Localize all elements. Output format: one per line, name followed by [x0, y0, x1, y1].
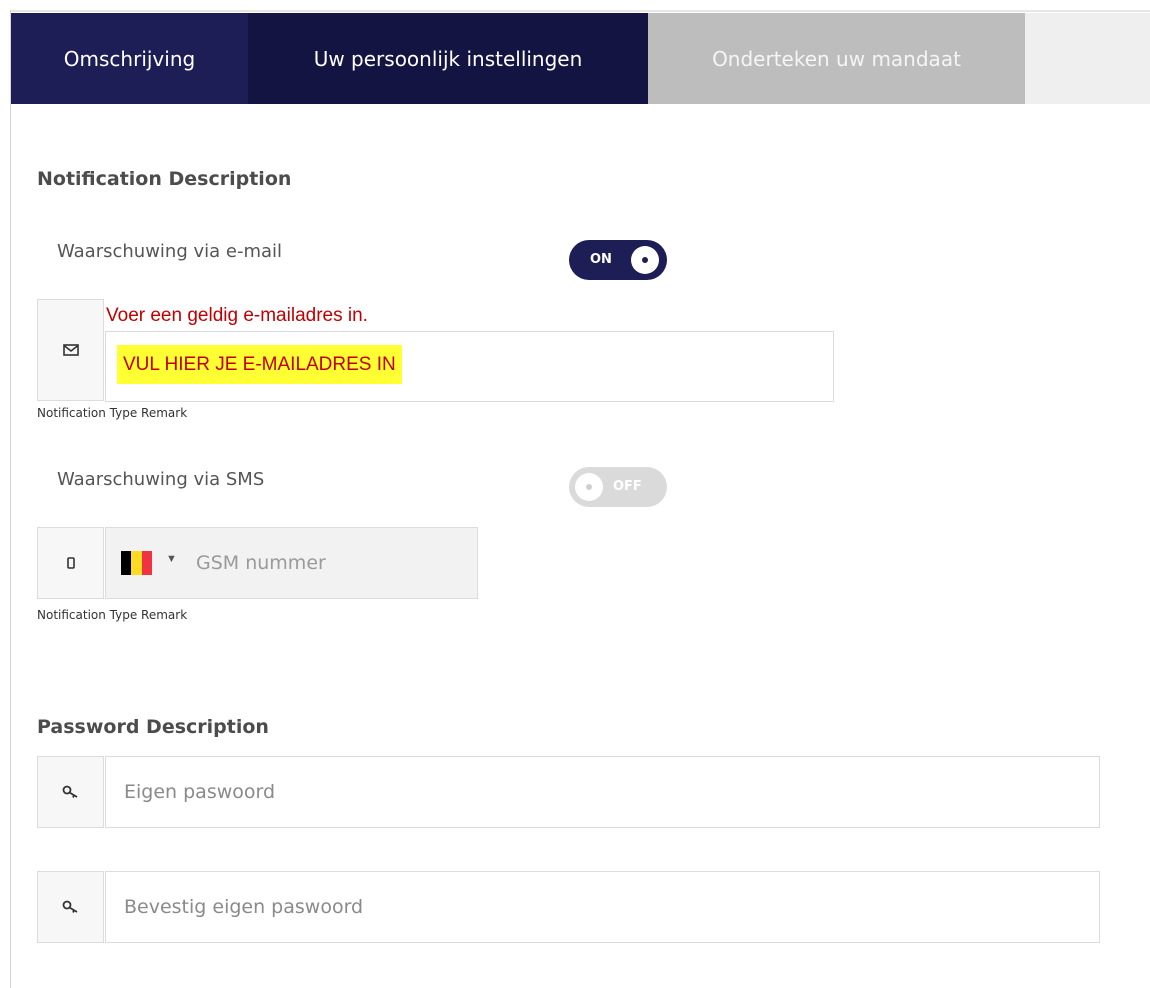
toggle-knob: [575, 473, 603, 501]
email-notification-label: Waarschuwing via e-mail: [57, 241, 283, 262]
email-remark: Notification Type Remark: [37, 406, 188, 420]
password-section-title: Password Description: [37, 716, 269, 738]
toggle-knob: [631, 246, 659, 274]
email-notification-toggle[interactable]: ON: [569, 240, 667, 280]
sms-notification-label: Waarschuwing via SMS: [57, 469, 265, 490]
envelope-icon: [62, 344, 79, 356]
key-icon: [62, 900, 77, 913]
mobile-phone-icon: [66, 557, 75, 569]
confirm-password-addon: [37, 871, 104, 943]
email-error-message: Voer een geldig e-mailadres in.: [106, 305, 368, 326]
tab-onderteken-mandaat[interactable]: Onderteken uw mandaat: [648, 13, 1025, 104]
password-addon: [37, 756, 104, 828]
confirm-password-input[interactable]: [106, 872, 1099, 942]
sms-notification-toggle[interactable]: OFF: [569, 467, 667, 507]
email-input-value[interactable]: VUL HIER JE E-MAILADRES IN: [117, 345, 402, 384]
phone-field: ▼: [105, 527, 478, 599]
tab-persoonlijk-instellingen[interactable]: Uw persoonlijk instellingen: [248, 13, 648, 104]
email-addon: [37, 299, 104, 401]
notification-section-title: Notification Description: [37, 168, 292, 190]
wizard-tabs: Omschrijving Uw persoonlijk instellingen…: [11, 13, 1150, 104]
password-field: [105, 756, 1100, 828]
tab-omschrijving[interactable]: Omschrijving: [11, 13, 248, 104]
caret-down-icon[interactable]: ▼: [166, 553, 177, 565]
password-input[interactable]: [106, 757, 1099, 827]
phone-addon: [37, 527, 104, 599]
sms-remark: Notification Type Remark: [37, 608, 188, 622]
key-icon: [62, 785, 77, 798]
toggle-off-text: OFF: [613, 479, 642, 494]
page-top-border: [10, 10, 1150, 12]
confirm-password-field: [105, 871, 1100, 943]
page-left-border: [10, 10, 11, 988]
toggle-on-text: ON: [590, 252, 612, 267]
country-flag-selector[interactable]: [121, 551, 152, 575]
phone-number-input[interactable]: [196, 528, 466, 598]
